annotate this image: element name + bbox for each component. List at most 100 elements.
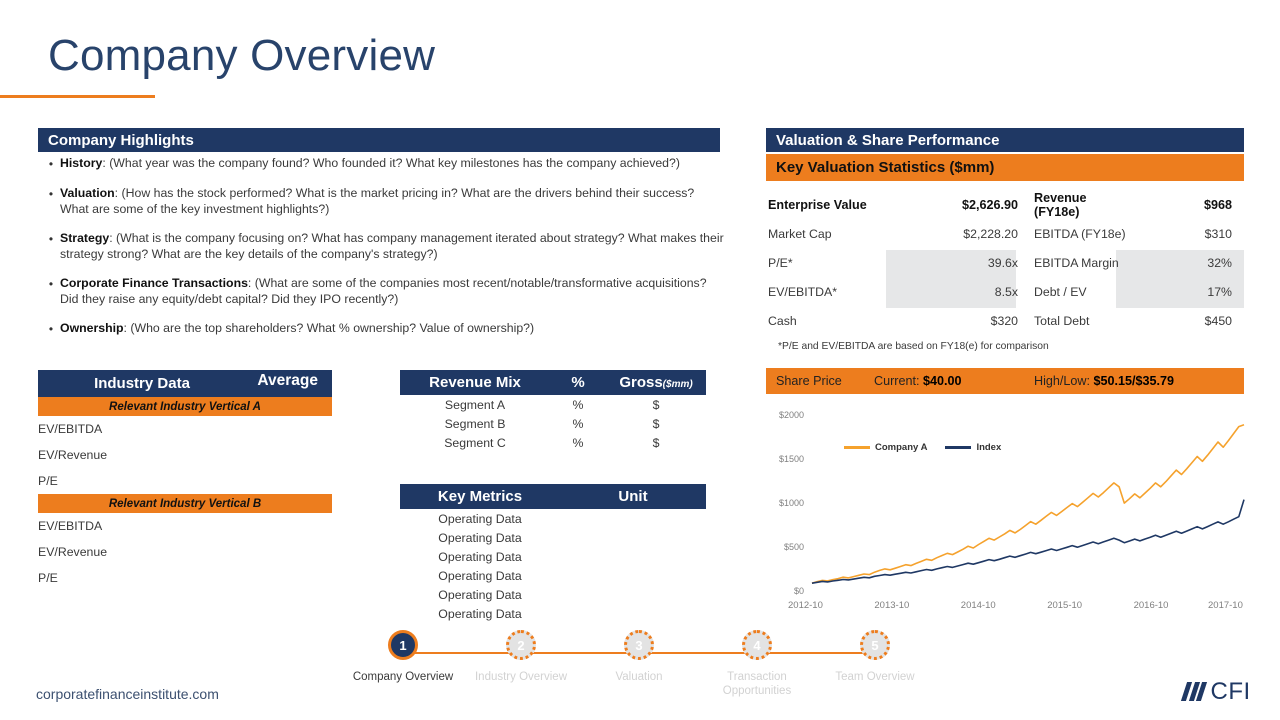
valuation-stat-row: Enterprise Value $2,626.90 Revenue (FY18e)… [766, 190, 1244, 219]
revenue-mix-pct: % [572, 435, 584, 450]
stepper-circle-4[interactable]: 4 [742, 630, 772, 660]
valuation-stat-row: P/E* 39.6x EBITDA Margin 32% [766, 248, 1244, 277]
revenue-mix-body: Segment A% $ Segment B% $ Segment C% $ [400, 395, 706, 452]
valuation-stat-value-2: $310 [1204, 226, 1232, 241]
title-underline [0, 95, 155, 98]
industry-data-row: EV/Revenue [38, 545, 108, 559]
chart-y-tick: $0 [793, 586, 804, 596]
revenue-mix-gross: $ [652, 397, 660, 412]
highlight-bullet: • History: (What year was the company fou… [42, 156, 724, 172]
highlight-bullet: • Ownership: (Who are the top shareholder… [42, 321, 724, 337]
valuation-stat-label: Market Cap [768, 226, 832, 241]
highlight-bullet: • Valuation: (How has the stock performed… [42, 186, 724, 217]
revenue-mix-row: Segment C% $ [400, 433, 706, 452]
section-stepper: 1 Company Overview 2 Industry Overview 3 Valu… [340, 630, 915, 710]
industry-data-average-header: Average [257, 372, 318, 389]
valuation-stat-value: 39.6x [987, 255, 1018, 270]
key-metrics-row: Operating Data [400, 528, 706, 547]
key-metrics-metric: Operating Data [438, 511, 522, 526]
valuation-stat-value: $320 [990, 313, 1018, 328]
share-price-high-value: $50.15 [1093, 374, 1133, 388]
chart-y-tick: $2000 [778, 410, 804, 420]
revenue-mix-pct-header: % [571, 374, 585, 391]
valuation-stat-label-2: Total Debt [1034, 313, 1090, 328]
highlight-bullet-text: Strategy: (What is the company focusing … [60, 231, 724, 262]
stepper-circle-3[interactable]: 3 [624, 630, 654, 660]
stepper-circle-2[interactable]: 2 [506, 630, 536, 660]
valuation-stat-label: Enterprise Value [768, 197, 867, 212]
key-metrics-metric: Operating Data [438, 606, 522, 621]
share-price-high-low: High/Low: $50.15/$35.79 [1034, 374, 1244, 388]
company-highlights-header-label: Company Highlights [48, 131, 194, 149]
stepper-label-1[interactable]: Company Overview [345, 670, 461, 684]
bullet-marker-icon: • [48, 277, 54, 291]
key-metrics-header-label: Key Metrics [437, 488, 523, 505]
key-valuation-statistics-label: Key Valuation Statistics ($mm) [776, 159, 995, 176]
bullet-marker-icon: • [48, 232, 54, 246]
revenue-mix-segment: Segment C [444, 435, 506, 450]
share-price-current: Current: $40.00 [874, 374, 1034, 388]
valuation-stat-row: Market Cap $2,228.20 EBITDA (FY18e) $310 [766, 219, 1244, 248]
key-metrics-row: Operating Data [400, 604, 706, 623]
key-metrics-header: Key Metrics Unit [400, 484, 706, 509]
company-highlights-list: • History: (What year was the company fou… [42, 156, 724, 351]
industry-vertical-header: Relevant Industry Vertical B [38, 494, 332, 513]
highlight-bullet-body: : (How has the stock performed? What is … [60, 186, 695, 216]
industry-data-header: Industry Data Average [38, 370, 332, 397]
valuation-stats-grid: Enterprise Value $2,626.90 Revenue (FY18e)… [766, 190, 1244, 335]
stepper-label-4[interactable]: Transaction Opportunities [699, 670, 815, 698]
key-metrics-row: Operating Data [400, 566, 706, 585]
valuation-stat-value: $2,626.90 [961, 197, 1018, 212]
revenue-mix-row: Segment A% $ [400, 395, 706, 414]
valuation-stats-rows: Enterprise Value $2,626.90 Revenue (FY18e)… [766, 190, 1244, 335]
key-metrics-unit-header: Unit [618, 488, 648, 505]
stepper-label-5[interactable]: Team Overview [817, 670, 933, 684]
key-metrics-row: Operating Data [400, 547, 706, 566]
key-metrics-row: Operating Data [400, 585, 706, 604]
valuation-stat-value-2: 32% [1207, 255, 1232, 270]
revenue-mix-gross: $ [652, 416, 660, 431]
key-metrics-metric: Operating Data [438, 568, 522, 583]
revenue-mix-gross-unit: ($mm) [662, 379, 693, 390]
key-metrics-body: Operating Data Operating Data Operating Da… [400, 509, 706, 623]
highlight-bullet: • Corporate Finance Transactions: (What a… [42, 276, 724, 307]
slide: Company Overview Company Highlights • His… [0, 0, 1280, 720]
stepper-label-3[interactable]: Valuation [581, 670, 697, 684]
share-price-high-low-label: High/Low: [1034, 374, 1091, 388]
chart-x-tick: 2017-10 [1208, 600, 1243, 611]
stepper-circle-5[interactable]: 5 [860, 630, 890, 660]
valuation-stat-value: $2,228.20 [963, 226, 1018, 241]
industry-data-row: EV/EBITDA [38, 422, 103, 436]
share-price-low-value: $35.79 [1135, 374, 1175, 388]
chart-legend-item: Company A [844, 442, 927, 453]
revenue-mix-pct: % [572, 416, 584, 431]
highlight-bullet-term: Valuation [60, 186, 115, 200]
key-metrics-metric: Operating Data [438, 587, 522, 602]
valuation-stat-value-2: $450 [1204, 313, 1232, 328]
highlight-bullet-text: History: (What year was the company foun… [60, 156, 680, 172]
company-highlights-header: Company Highlights [38, 128, 720, 152]
chart-legend-label: Company A [875, 442, 928, 453]
valuation-stat-label: EV/EBITDA* [768, 284, 838, 299]
bullet-marker-icon: • [48, 187, 54, 201]
key-metrics-table: Key Metrics Unit Operating Data Operating… [400, 484, 706, 623]
chart-y-tick: $1000 [778, 498, 804, 508]
revenue-mix-table: Revenue Mix % Gross($mm) Segment A% $ Segm… [400, 370, 706, 452]
valuation-stat-row: Cash $320 Total Debt $450 [766, 306, 1244, 335]
chart-legend-swatch [844, 446, 870, 449]
key-valuation-statistics-header: Key Valuation Statistics ($mm) [766, 154, 1244, 181]
highlight-bullet-body: : (Who are the top shareholders? What % … [123, 321, 535, 335]
valuation-stat-label-2: EBITDA (FY18e) [1034, 226, 1126, 241]
industry-data-row: P/E [38, 474, 58, 488]
valuation-stat-label: Cash [768, 313, 797, 328]
bullet-marker-icon: • [48, 157, 54, 171]
stepper-label-2[interactable]: Industry Overview [463, 670, 579, 684]
share-price-bar: Share Price Current: $40.00 High/Low: $5… [766, 368, 1244, 394]
stepper-circle-1[interactable]: 1 [388, 630, 418, 660]
valuation-stat-value: 8.5x [994, 284, 1018, 299]
industry-data-row: EV/Revenue [38, 448, 108, 462]
valuation-stat-value-2: 17% [1207, 284, 1232, 299]
chart-plot [811, 424, 1245, 584]
revenue-mix-gross-label: Gross [619, 374, 663, 391]
highlight-bullet-body: : (What year was the company found? Who … [102, 156, 680, 170]
